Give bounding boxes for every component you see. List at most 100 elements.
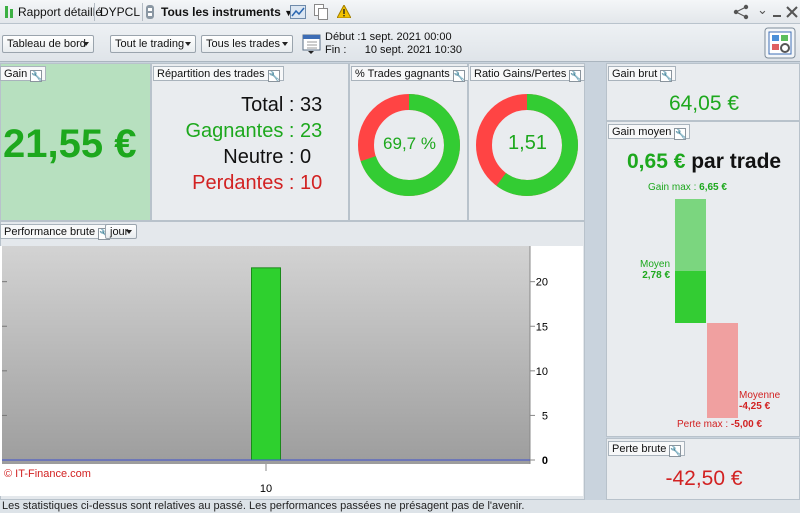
end-label: Fin :	[325, 44, 347, 56]
gain-value: 21,55 €	[3, 122, 137, 166]
end-value: 10 sept. 2021 10:30	[364, 44, 462, 56]
close-icon[interactable]	[786, 6, 798, 18]
repartition-row: Perdantes : 10	[185, 170, 324, 196]
loss-bar-max	[707, 323, 738, 418]
gain-bar-avg	[675, 271, 706, 323]
moyen-label: Moyen	[640, 259, 671, 270]
chevron-down-icon	[282, 42, 288, 46]
dashboard-config-icon[interactable]	[764, 27, 796, 59]
winners-title: % Trades gagnants 🔧	[351, 66, 469, 82]
moyen: Moyen 2,78 €	[640, 259, 670, 281]
perte-max-label: Perte max :	[677, 419, 729, 430]
x-tick-label: 10	[260, 483, 272, 495]
winners-panel: % Trades gagnants 🔧 69,7 %	[349, 63, 469, 221]
gain-moyen-suffix: par trade	[691, 150, 782, 173]
gain-max-label: Gain max :	[648, 182, 697, 193]
y-tick-label: 0	[542, 455, 548, 467]
trades-select-value: Tous les trades	[206, 38, 280, 50]
gain-panel: Gain 🔧 21,55 €	[0, 63, 151, 221]
repartition-panel: Répartition des trades 🔧 Total : 33 Gagnan…	[151, 63, 349, 221]
window-menu-icon[interactable]: ⌄	[757, 2, 768, 18]
gain-max: Gain max : 6,65 €	[648, 182, 727, 193]
repartition-row-label: Total :	[241, 94, 295, 116]
toolbar: Tableau de bord Tout le trading Tous les…	[0, 24, 800, 62]
gain-moyen-line: 0,65 € par trade	[627, 150, 781, 174]
repartition-row-label: Gagnantes :	[185, 120, 295, 142]
wrench-icon[interactable]: 🔧	[267, 70, 280, 82]
gain-brut-title: Gain brut 🔧	[608, 66, 677, 82]
start-date: Début :1 sept. 2021 00:00	[325, 31, 452, 43]
repartition-row: Neutre : 0	[185, 144, 324, 170]
share-icon[interactable]	[733, 4, 749, 20]
report-tab[interactable]: Rapport détaillé	[18, 5, 102, 19]
loss-bar	[707, 323, 738, 418]
calendar-icon[interactable]	[302, 32, 322, 54]
moyenne-value: -4,25 €	[739, 401, 771, 412]
gain-bar	[675, 199, 706, 323]
gain-brut-title-label: Gain brut	[612, 68, 658, 80]
repartition-row: Total : 33	[185, 92, 324, 118]
perte-brute-title-label: Perte brute	[612, 443, 667, 455]
view-select[interactable]: Tableau de bord	[2, 35, 94, 53]
moyen-value: 2,78 €	[642, 270, 671, 281]
account-label[interactable]: DYPCL	[100, 5, 140, 19]
ratio-value: 1,51	[508, 132, 547, 154]
wrench-icon[interactable]: 🔧	[569, 70, 582, 82]
perte-max-value: -5,00 €	[730, 419, 763, 430]
repartition-row-value: 10	[300, 172, 323, 194]
y-tick-label: 20	[536, 277, 548, 289]
repartition-row: Gagnantes : 23	[185, 118, 324, 144]
link-icon[interactable]	[145, 4, 155, 20]
perte-max: Perte max : -5,00 €	[677, 419, 762, 430]
repartition-title-label: Répartition des trades	[157, 68, 265, 80]
end-date: Fin : 10 sept. 2021 10:30	[325, 44, 462, 56]
chevron-down-icon	[83, 42, 89, 46]
perte-brute-value: -42,50 €	[665, 467, 743, 490]
wrench-icon[interactable]: 🔧	[30, 70, 42, 82]
trades-select[interactable]: Tous les trades	[201, 35, 293, 53]
trading-select[interactable]: Tout le trading	[110, 35, 196, 53]
performance-title-label: Performance brute	[4, 226, 96, 238]
chart-icon[interactable]	[290, 5, 306, 19]
repartition-row-value: 23	[300, 120, 323, 142]
repartition-row-value: 33	[300, 94, 323, 116]
flag-icon	[5, 6, 13, 18]
gain-moyen-panel: Gain moyen 🔧 0,65 € par trade Gain max : …	[606, 121, 800, 437]
wrench-icon[interactable]: 🔧	[669, 445, 682, 457]
y-tick-label: 5	[542, 410, 548, 422]
start-value: 1 sept. 2021 00:00	[360, 31, 452, 43]
perte-brute-panel: Perte brute 🔧 -42,50 €	[606, 438, 800, 500]
wrench-icon[interactable]: 🔧	[660, 70, 672, 82]
start-label: Début :	[325, 31, 361, 43]
wrench-icon[interactable]: 🔧	[452, 70, 465, 82]
copy-icon[interactable]	[314, 4, 328, 20]
chevron-down-icon	[185, 42, 191, 46]
chart-bar[interactable]	[251, 267, 281, 461]
gain-title: Gain 🔧	[0, 66, 47, 82]
gain-moyen-title-label: Gain moyen	[612, 126, 672, 138]
moyenne: Moyenne -4,25 €	[739, 390, 780, 412]
view-select-value: Tableau de bord	[7, 38, 86, 50]
gain-moyen-title: Gain moyen 🔧	[608, 124, 691, 140]
instruments-label: Tous les instruments	[161, 5, 281, 19]
warning-icon[interactable]	[337, 5, 351, 18]
ratio-title: Ratio Gains/Pertes 🔧	[470, 66, 586, 82]
minimize-icon[interactable]	[772, 6, 782, 18]
wrench-icon[interactable]: 🔧	[674, 128, 687, 140]
disclaimer-footer: Les statistiques ci-dessus sont relative…	[0, 500, 800, 513]
repartition-row-label: Perdantes :	[192, 172, 295, 194]
repartition-title: Répartition des trades 🔧	[153, 66, 284, 82]
winners-title-label: % Trades gagnants	[355, 68, 450, 80]
ratio-title-label: Ratio Gains/Pertes	[474, 68, 567, 80]
watermark: © IT-Finance.com	[4, 468, 91, 480]
gain-moyen-value: 0,65 €	[627, 150, 686, 173]
title-bar: Rapport détaillé DYPCL Tous les instrume…	[0, 0, 800, 24]
repartition-row-label: Neutre :	[223, 146, 295, 168]
gain-title-label: Gain	[4, 68, 28, 80]
y-tick-label: 15	[536, 321, 548, 333]
gain-max-value: 6,65 €	[699, 182, 727, 193]
instruments-selector[interactable]: Tous les instruments ▼	[161, 5, 293, 19]
ratio-panel: Ratio Gains/Pertes 🔧 1,51	[468, 63, 586, 221]
period-select[interactable]: jour	[105, 224, 137, 239]
repartition-row-value: 0	[300, 146, 312, 168]
